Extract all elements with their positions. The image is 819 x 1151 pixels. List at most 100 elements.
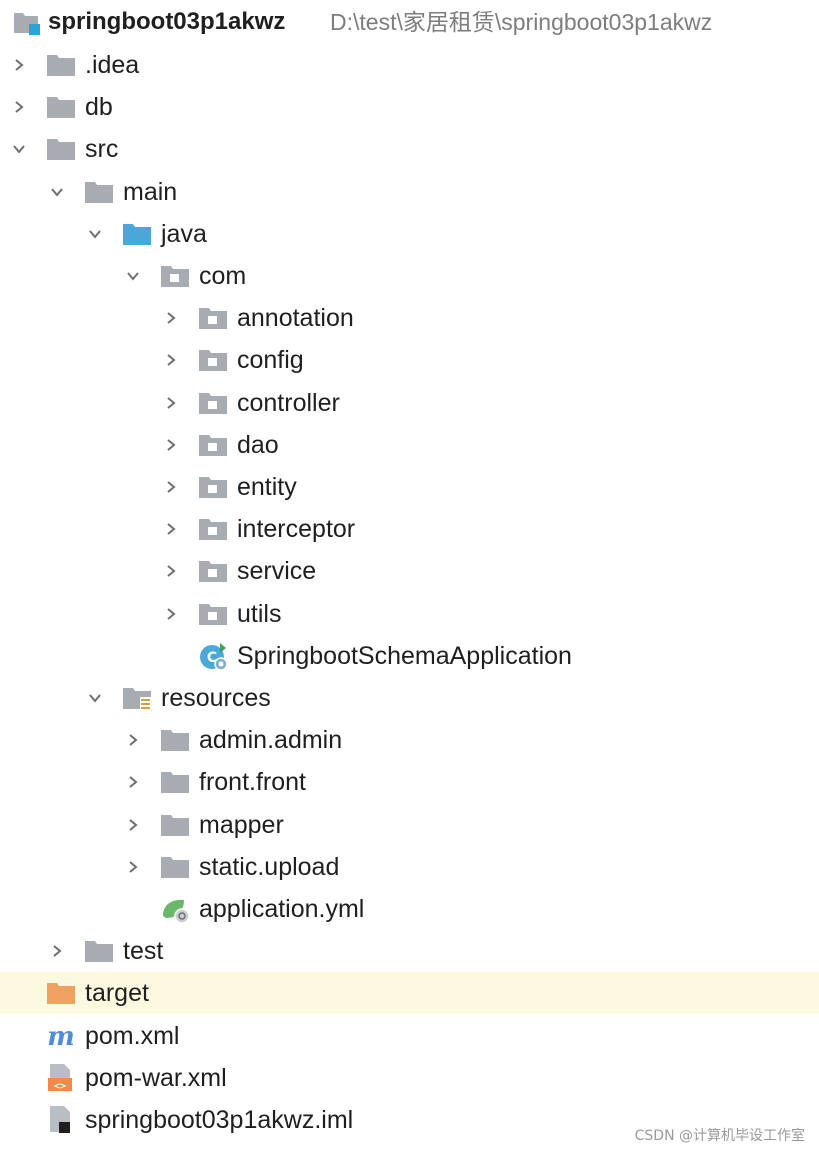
- tree-row[interactable]: controller: [0, 382, 819, 424]
- tree-item-label: resources: [161, 684, 271, 712]
- chevron-down-icon[interactable]: [50, 185, 64, 199]
- chevron-right-icon[interactable]: [126, 733, 140, 747]
- excluded-folder-icon: [46, 980, 76, 1006]
- chevron-right-icon[interactable]: [12, 58, 26, 72]
- chevron-right-icon[interactable]: [164, 480, 178, 494]
- tree-item-label: controller: [237, 388, 340, 417]
- project-name: springboot03p1akwz: [48, 8, 286, 35]
- chevron-right-icon[interactable]: [164, 353, 178, 367]
- tree-item-label: src: [85, 135, 119, 164]
- tree-item-label: java: [161, 219, 207, 248]
- tree-row[interactable]: entity: [0, 466, 819, 508]
- xml-file-icon: <>: [46, 1063, 76, 1093]
- tree-item-label: mapper: [199, 810, 284, 839]
- tree-item-label: pom.xml: [85, 1021, 180, 1050]
- tree-row[interactable]: .idea: [0, 44, 819, 86]
- folder-icon: [46, 94, 76, 120]
- tree-item-label: dao: [237, 430, 279, 459]
- tree-item-label: static.upload: [199, 852, 340, 881]
- tree-item-label: db: [85, 93, 113, 122]
- tree-row[interactable]: <> pom-war.xml: [0, 1057, 819, 1099]
- chevron-right-icon[interactable]: [164, 522, 178, 536]
- spring-boot-class-icon: C: [198, 641, 228, 671]
- tree-item-label: config: [237, 346, 304, 375]
- tree-item-label: main: [123, 177, 178, 206]
- folder-icon: [84, 938, 114, 964]
- tree-row[interactable]: static.upload: [0, 846, 819, 888]
- folder-icon: [46, 136, 76, 162]
- spring-yml-icon: [160, 894, 190, 924]
- tree-row[interactable]: dao: [0, 424, 819, 466]
- tree-item-label: admin.admin: [199, 726, 343, 755]
- folder-icon: [160, 812, 190, 838]
- tree-row[interactable]: interceptor: [0, 508, 819, 550]
- chevron-right-icon[interactable]: [126, 818, 140, 832]
- chevron-right-icon[interactable]: [164, 438, 178, 452]
- tree-row[interactable]: java: [0, 213, 819, 255]
- resources-folder-icon: [122, 685, 152, 711]
- svg-text:m: m: [47, 1023, 75, 1049]
- package-icon: [198, 558, 228, 584]
- folder-icon: [160, 769, 190, 795]
- chevron-right-icon[interactable]: [50, 944, 64, 958]
- tree-item-label: SpringbootSchemaApplication: [237, 641, 572, 670]
- tree-row[interactable]: C SpringbootSchemaApplication: [0, 635, 819, 677]
- tree-row[interactable]: mapper: [0, 804, 819, 846]
- folder-icon: [84, 179, 114, 205]
- tree-row[interactable]: target: [0, 972, 819, 1015]
- tree-row[interactable]: annotation: [0, 297, 819, 339]
- tree-row[interactable]: front.front: [0, 761, 819, 803]
- chevron-right-icon[interactable]: [12, 100, 26, 114]
- tree-item-label: annotation: [237, 304, 354, 333]
- chevron-right-icon[interactable]: [126, 775, 140, 789]
- chevron-right-icon[interactable]: [164, 396, 178, 410]
- tree-row[interactable]: com: [0, 255, 819, 297]
- svg-text:<>: <>: [54, 1081, 66, 1092]
- package-icon: [198, 601, 228, 627]
- tree-item-label: interceptor: [237, 515, 356, 544]
- tree-row[interactable]: test: [0, 930, 819, 972]
- package-icon: [198, 390, 228, 416]
- maven-icon: m: [46, 1023, 76, 1049]
- tree-item-label: pom-war.xml: [85, 1063, 227, 1092]
- iml-file-icon: [46, 1105, 76, 1135]
- project-module-icon: [12, 9, 42, 35]
- tree-row[interactable]: resources: [0, 677, 819, 719]
- tree-row[interactable]: db: [0, 86, 819, 128]
- package-icon: [198, 347, 228, 373]
- folder-icon: [160, 727, 190, 753]
- tree-item-label: utils: [237, 599, 282, 628]
- folder-icon: [46, 52, 76, 78]
- tree-row[interactable]: utils: [0, 593, 819, 635]
- package-icon: [198, 432, 228, 458]
- chevron-right-icon[interactable]: [164, 564, 178, 578]
- chevron-right-icon[interactable]: [164, 607, 178, 621]
- chevron-down-icon[interactable]: [126, 269, 140, 283]
- folder-icon: [160, 854, 190, 880]
- tree-row[interactable]: main: [0, 171, 819, 213]
- watermark: CSDN @计算机毕设工作室: [634, 1128, 805, 1144]
- package-icon: [198, 516, 228, 542]
- project-tree: springboot03p1akwz D:\test\家居租赁\springbo…: [0, 0, 819, 1133]
- chevron-down-icon[interactable]: [12, 142, 26, 156]
- tree-row[interactable]: src: [0, 128, 819, 170]
- tree-item-label: service: [237, 557, 317, 586]
- tree-item-label: com: [199, 262, 247, 290]
- tree-item-label: target: [85, 979, 149, 1008]
- tree-row[interactable]: m pom.xml: [0, 1015, 819, 1057]
- tree-row[interactable]: admin.admin: [0, 719, 819, 761]
- chevron-down-icon[interactable]: [88, 227, 102, 241]
- chevron-right-icon[interactable]: [126, 860, 140, 874]
- chevron-down-icon[interactable]: [88, 691, 102, 705]
- tree-item-label: springboot03p1akwz.iml: [85, 1106, 354, 1134]
- project-path: D:\test\家居租赁\springboot03p1akwz: [330, 9, 713, 35]
- project-root-row[interactable]: springboot03p1akwz D:\test\家居租赁\springbo…: [0, 0, 819, 44]
- tree-row[interactable]: application.yml: [0, 888, 819, 930]
- package-icon: [198, 305, 228, 331]
- tree-row[interactable]: service: [0, 550, 819, 592]
- tree-item-label: application.yml: [199, 895, 365, 923]
- package-icon: [160, 263, 190, 289]
- tree-item-label: front.front: [199, 768, 306, 797]
- tree-row[interactable]: config: [0, 339, 819, 381]
- chevron-right-icon[interactable]: [164, 311, 178, 325]
